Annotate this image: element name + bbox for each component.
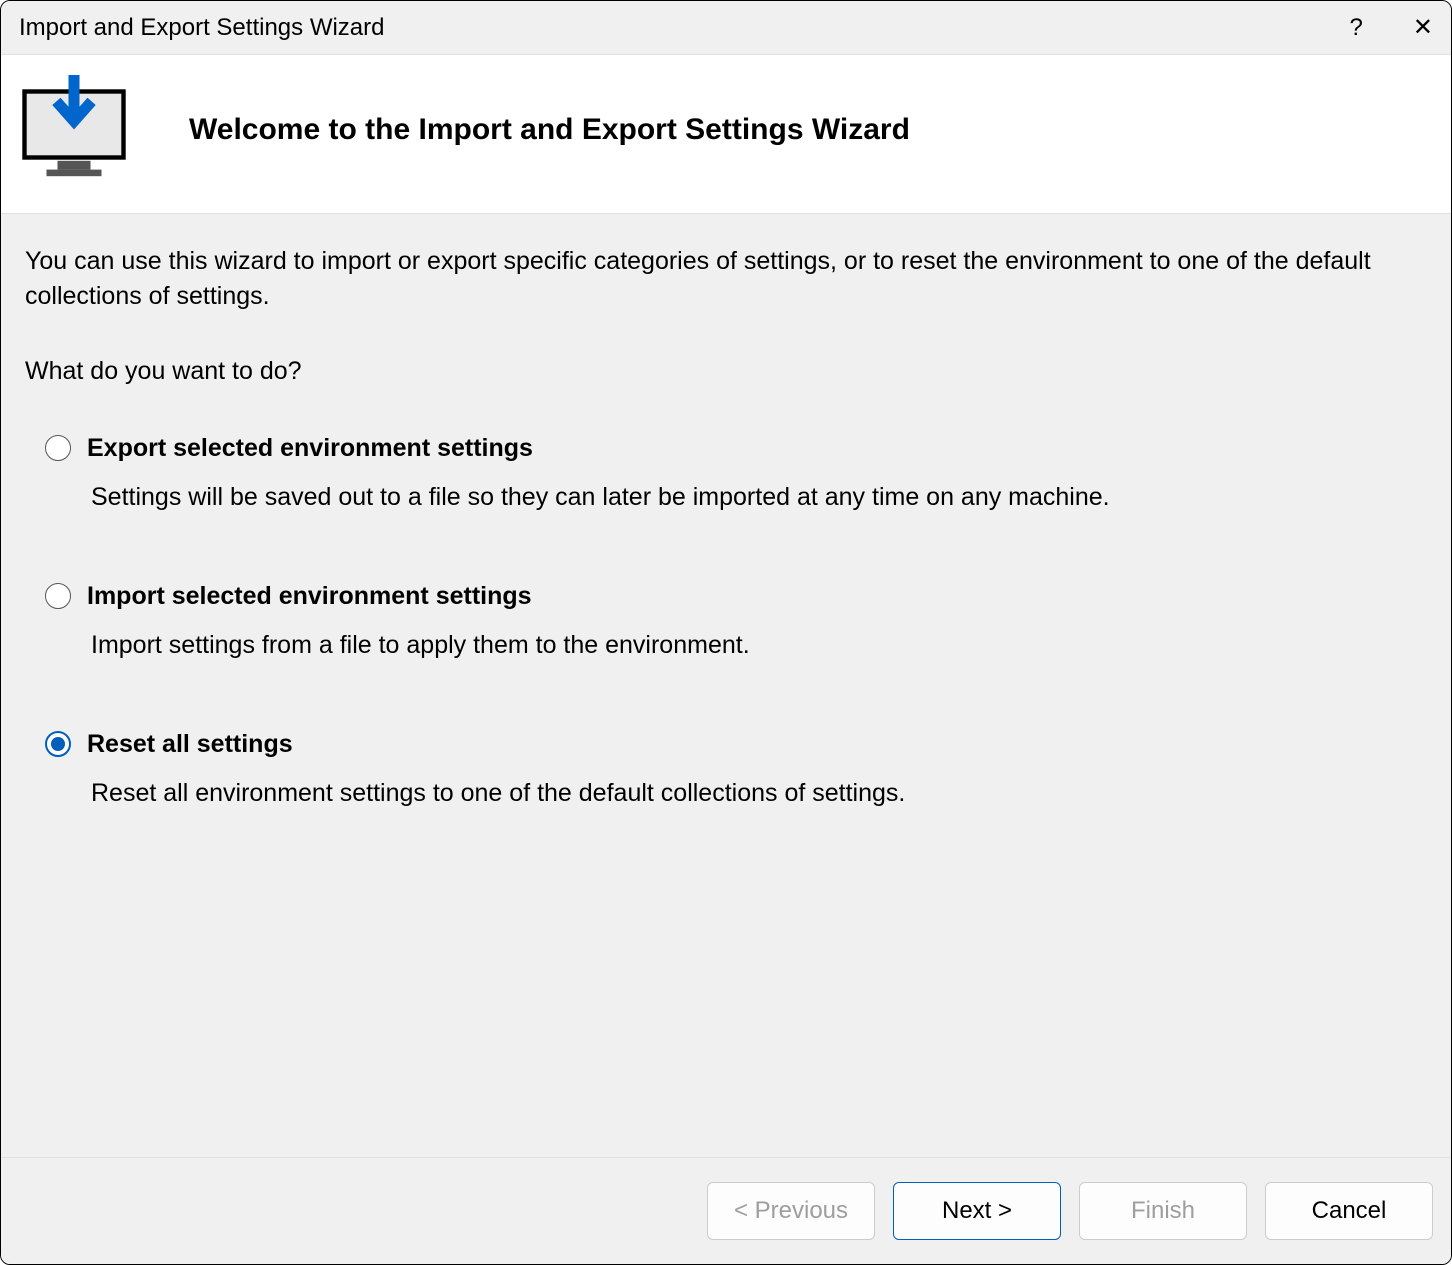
option-export-title: Export selected environment settings <box>87 431 1427 466</box>
wizard-content: You can use this wizard to import or exp… <box>1 214 1451 1157</box>
radio-reset[interactable] <box>45 731 71 757</box>
option-import-desc: Import settings from a file to apply the… <box>87 628 1427 663</box>
radio-export[interactable] <box>45 435 71 461</box>
finish-button[interactable]: Finish <box>1079 1182 1247 1240</box>
option-reset-text: Reset all settings Reset all environment… <box>87 727 1427 811</box>
titlebar: Import and Export Settings Wizard ? ✕ <box>1 1 1451 55</box>
intro-text: You can use this wizard to import or exp… <box>25 244 1427 314</box>
close-button[interactable]: ✕ <box>1413 13 1433 42</box>
option-export[interactable]: Export selected environment settings Set… <box>45 431 1427 515</box>
previous-button[interactable]: < Previous <box>707 1182 875 1240</box>
window-title: Import and Export Settings Wizard <box>19 14 384 42</box>
cancel-button[interactable]: Cancel <box>1265 1182 1433 1240</box>
next-button[interactable]: Next > <box>893 1182 1061 1240</box>
option-export-text: Export selected environment settings Set… <box>87 431 1427 515</box>
option-reset[interactable]: Reset all settings Reset all environment… <box>45 727 1427 811</box>
import-monitor-icon <box>19 75 129 185</box>
wizard-dialog: Import and Export Settings Wizard ? ✕ We… <box>0 0 1452 1265</box>
option-reset-desc: Reset all environment settings to one of… <box>87 776 1427 811</box>
option-export-desc: Settings will be saved out to a file so … <box>87 480 1427 515</box>
option-import-title: Import selected environment settings <box>87 579 1427 614</box>
option-reset-title: Reset all settings <box>87 727 1427 762</box>
wizard-heading: Welcome to the Import and Export Setting… <box>189 113 910 147</box>
help-button[interactable]: ? <box>1350 14 1363 42</box>
radio-import[interactable] <box>45 583 71 609</box>
options-group: Export selected environment settings Set… <box>25 431 1427 811</box>
window-controls: ? ✕ <box>1350 13 1433 42</box>
prompt-text: What do you want to do? <box>25 354 1427 389</box>
option-import[interactable]: Import selected environment settings Imp… <box>45 579 1427 663</box>
wizard-footer: < Previous Next > Finish Cancel <box>1 1157 1451 1264</box>
option-import-text: Import selected environment settings Imp… <box>87 579 1427 663</box>
wizard-header: Welcome to the Import and Export Setting… <box>1 55 1451 214</box>
